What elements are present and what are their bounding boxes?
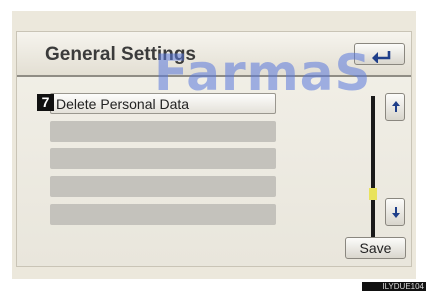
save-button[interactable]: Save: [345, 237, 406, 259]
scrollbar-thumb[interactable]: [369, 188, 377, 200]
list-item: [50, 204, 276, 225]
scroll-up-button[interactable]: [385, 93, 405, 121]
step-number-badge: 7: [37, 94, 54, 111]
back-arrow-icon: [372, 51, 391, 63]
watermark: FarmaS: [154, 44, 372, 102]
scrollbar-track[interactable]: [369, 96, 377, 254]
list-item: [50, 176, 276, 197]
list-item: [50, 121, 276, 142]
scroll-up-icon: [392, 101, 400, 112]
scroll-down-icon: [392, 207, 400, 218]
image-code: ILYDUE104: [362, 282, 426, 291]
list-item: [50, 148, 276, 169]
scroll-down-button[interactable]: [385, 198, 405, 226]
